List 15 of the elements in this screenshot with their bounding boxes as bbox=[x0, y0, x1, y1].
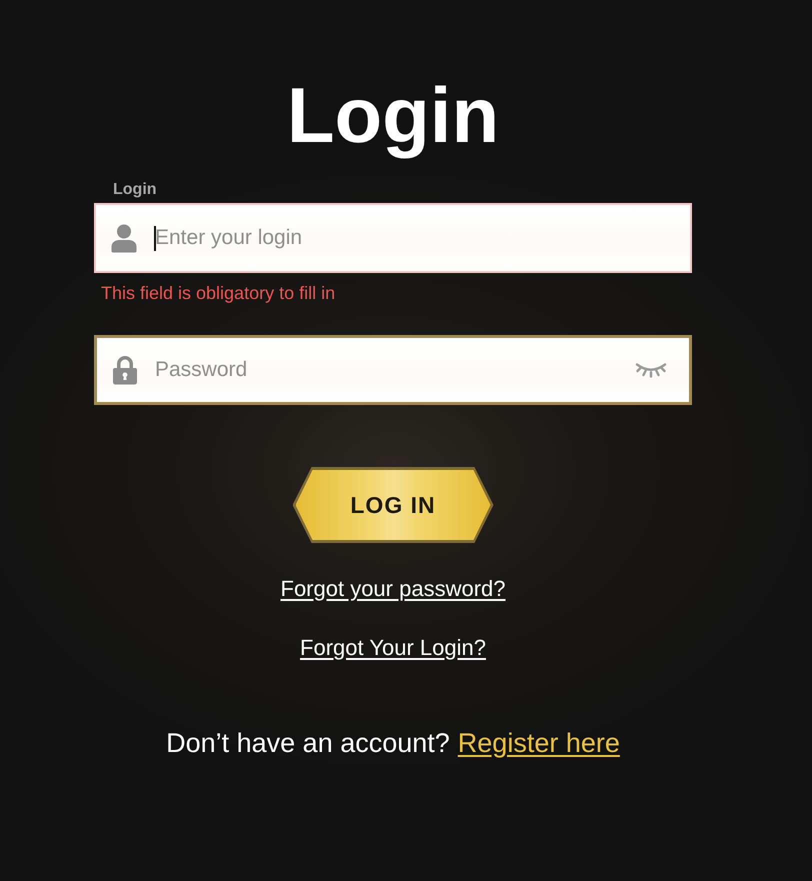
login-field[interactable]: Enter your login bbox=[94, 203, 692, 273]
register-link[interactable]: Register here bbox=[458, 727, 620, 759]
forgot-login-link[interactable]: Forgot Your Login? bbox=[300, 635, 486, 661]
login-button[interactable]: LOG IN bbox=[292, 467, 494, 543]
field-label: Login bbox=[113, 181, 157, 199]
eye-closed-icon[interactable] bbox=[635, 362, 667, 378]
error-message: This field is obligatory to fill in bbox=[101, 282, 336, 304]
password-input[interactable]: Password bbox=[155, 355, 635, 385]
page-title: Login bbox=[286, 70, 500, 161]
forgot-password-link[interactable]: Forgot your password? bbox=[280, 576, 506, 602]
password-field[interactable]: Password bbox=[94, 335, 692, 405]
user-icon bbox=[111, 224, 137, 252]
lock-icon bbox=[112, 355, 138, 385]
login-input[interactable]: Enter your login bbox=[155, 223, 668, 253]
register-prompt: Don’t have an account? bbox=[166, 727, 450, 759]
